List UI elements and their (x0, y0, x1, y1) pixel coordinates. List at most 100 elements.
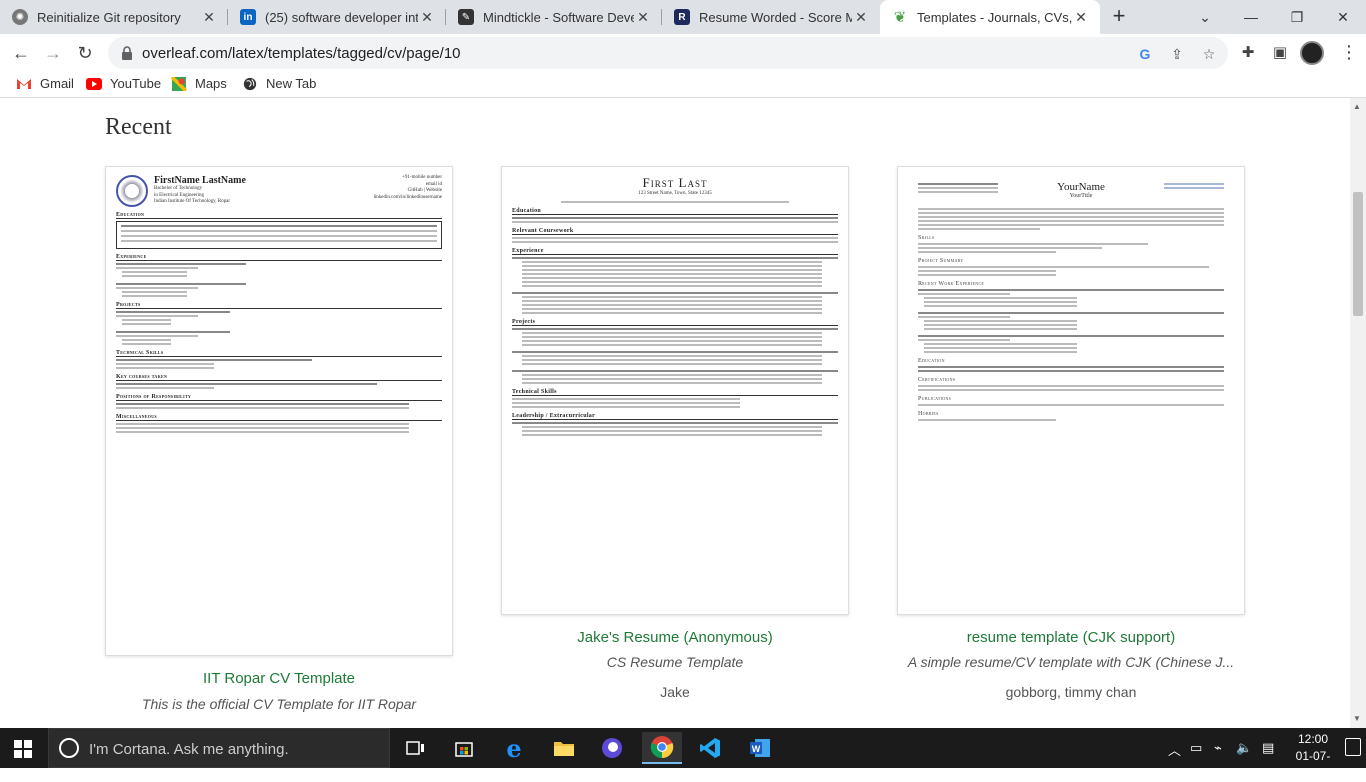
close-icon[interactable]: ✕ (852, 9, 870, 26)
scroll-up-arrow-icon[interactable]: ▲ (1353, 102, 1361, 111)
meet-now-icon[interactable]: ▭ (1190, 740, 1202, 756)
tab-strip: ✺ Reinitialize Git repository ✕ in (25) … (0, 0, 1366, 34)
show-hidden-icons-chevron[interactable]: ︿ (1168, 740, 1181, 759)
scrollbar-thumb[interactable] (1353, 192, 1363, 316)
side-panel-icon[interactable]: ▣ (1270, 43, 1290, 63)
windows-start-icon[interactable] (14, 740, 32, 758)
resume-linkedin: linkedin.com/in/linkedinusername (373, 194, 442, 200)
bookmark-new-tab[interactable]: New Tab (242, 76, 316, 91)
template-title[interactable]: Jake's Resume (Anonymous) (501, 629, 849, 646)
extensions-puzzle-icon[interactable]: ✚ (1238, 43, 1258, 63)
google-translate-icon[interactable]: G (1136, 45, 1154, 63)
resume-title: YourTitle (1069, 193, 1093, 199)
scroll-down-arrow-icon[interactable]: ▼ (1353, 714, 1361, 723)
bookmark-star-icon[interactable]: ☆ (1200, 45, 1218, 63)
bookmark-label: Gmail (40, 76, 74, 91)
tab-linkedin[interactable]: in (25) software developer inter ✕ (228, 0, 446, 34)
tab-title: (25) software developer inter (265, 9, 418, 25)
new-tab-button[interactable]: + (1108, 5, 1130, 28)
close-icon[interactable]: ✕ (200, 9, 218, 26)
youtube-icon (86, 77, 102, 90)
resume-name: First Last (642, 175, 708, 190)
file-explorer-icon[interactable] (544, 732, 584, 764)
power-plug-icon[interactable]: ⌁ (1214, 740, 1222, 756)
template-title[interactable]: resume template (CJK support) (897, 629, 1245, 646)
resume-section: Education (512, 208, 838, 215)
word-icon[interactable]: W (740, 732, 780, 764)
tab-title: Templates - Journals, CVs, Pre (917, 9, 1072, 25)
resume-section: Positions of Responsibility (116, 394, 442, 401)
browser-app-icon[interactable] (592, 732, 632, 764)
close-window-button[interactable]: ✕ (1320, 0, 1366, 34)
institute-seal-icon (116, 175, 148, 207)
resume-name: YourName (1057, 181, 1105, 193)
chatgpt-icon: ✺ (12, 9, 28, 25)
resume-address: 123 Street Name, Town, State 12345 (638, 191, 712, 196)
resume-section: Education (918, 357, 945, 364)
tab-overleaf-templates[interactable]: ❦ Templates - Journals, CVs, Pre ✕ (880, 0, 1100, 34)
tab-title: Mindtickle - Software Develo (483, 9, 634, 25)
tab-title: Reinitialize Git repository (37, 9, 181, 25)
back-button[interactable]: ← (6, 38, 36, 68)
svg-text:W: W (752, 744, 761, 754)
close-icon[interactable]: ✕ (1072, 9, 1090, 26)
page-scrollbar[interactable]: ▲ ▼ (1350, 98, 1366, 728)
resume-section: Recent Work Experience (918, 280, 985, 287)
reload-button[interactable]: ↻ (70, 38, 100, 68)
close-icon[interactable]: ✕ (418, 9, 436, 26)
resume-section: Technical Skills (512, 389, 838, 396)
share-icon[interactable]: ⇪ (1168, 45, 1186, 63)
maps-icon (171, 76, 187, 91)
close-icon[interactable]: ✕ (634, 9, 652, 26)
resume-section: Publications (918, 395, 952, 402)
notification-center-icon[interactable] (1345, 738, 1361, 756)
volume-icon[interactable]: 🔈 (1236, 740, 1252, 756)
ime-keyboard-icon[interactable]: ▤ (1262, 740, 1274, 756)
bookmark-youtube[interactable]: YouTube (86, 76, 161, 91)
minimize-button[interactable]: — (1228, 0, 1274, 34)
maximize-button[interactable]: ❐ (1274, 0, 1320, 34)
resume-section: Experience (116, 254, 442, 261)
bookmark-label: Maps (195, 76, 227, 91)
vscode-icon[interactable] (690, 732, 730, 764)
resume-section: Experience (512, 248, 838, 255)
template-preview-image[interactable]: FirstName LastName Bachelor of Technolog… (105, 166, 453, 656)
template-author: Jake (660, 684, 690, 700)
template-preview-image[interactable]: YourName YourTitle Skills Project Summar… (897, 166, 1245, 615)
edge-browser-icon[interactable]: e (494, 732, 534, 764)
forward-button[interactable]: → (38, 38, 68, 68)
tab-search-button[interactable]: ⌄ (1182, 0, 1228, 34)
template-description: This is the official CV Template for IIT… (141, 696, 417, 712)
more-menu-icon[interactable]: ⋮ (1340, 42, 1358, 63)
template-preview-image[interactable]: First Last 123 Street Name, Town, State … (501, 166, 849, 615)
resume-section: Project Summary (918, 257, 964, 264)
mindtickle-icon: ✎ (458, 9, 474, 25)
template-title[interactable]: IIT Ropar CV Template (105, 670, 453, 687)
tab-reinitialize-git[interactable]: ✺ Reinitialize Git repository ✕ (0, 0, 228, 34)
task-view-icon[interactable] (396, 732, 436, 764)
address-bar[interactable]: overleaf.com/latex/templates/tagged/cv/p… (108, 37, 1228, 69)
template-author: gobborg, timmy chan (1005, 684, 1137, 700)
bookmark-maps[interactable]: Maps (171, 76, 227, 91)
resume-section: Certifications (918, 376, 956, 383)
resume-section: Technical Skills (116, 350, 442, 357)
resume-section: Leadership / Extracurricular (512, 413, 838, 420)
cortana-search-box[interactable]: I'm Cortana. Ask me anything. (48, 728, 390, 768)
taskbar-clock[interactable]: 12:00 01-07-2023 (1288, 731, 1338, 782)
profile-avatar[interactable] (1300, 41, 1324, 65)
clock-date: 01-07-2023 (1295, 749, 1331, 780)
resume-section: Projects (512, 319, 838, 326)
resume-worded-icon: R (674, 9, 690, 25)
resume-section: Miscellaneous (116, 414, 442, 421)
microsoft-store-icon[interactable] (444, 732, 484, 764)
bookmark-label: New Tab (266, 76, 317, 91)
tab-mindtickle[interactable]: ✎ Mindtickle - Software Develo ✕ (446, 0, 662, 34)
bookmark-gmail[interactable]: Gmail (16, 76, 74, 91)
resume-section: Hobbies (918, 410, 939, 417)
tab-resume-worded[interactable]: R Resume Worded - Score My ✕ (662, 0, 880, 34)
resume-institute: Indian Institute Of Technology, Ropar (154, 199, 231, 204)
address-url: overleaf.com/latex/templates/tagged/cv/p… (142, 45, 461, 62)
tab-title: Resume Worded - Score My (699, 9, 852, 25)
chrome-taskbar-icon[interactable] (642, 732, 682, 764)
template-description: CS Resume Template (606, 654, 744, 670)
